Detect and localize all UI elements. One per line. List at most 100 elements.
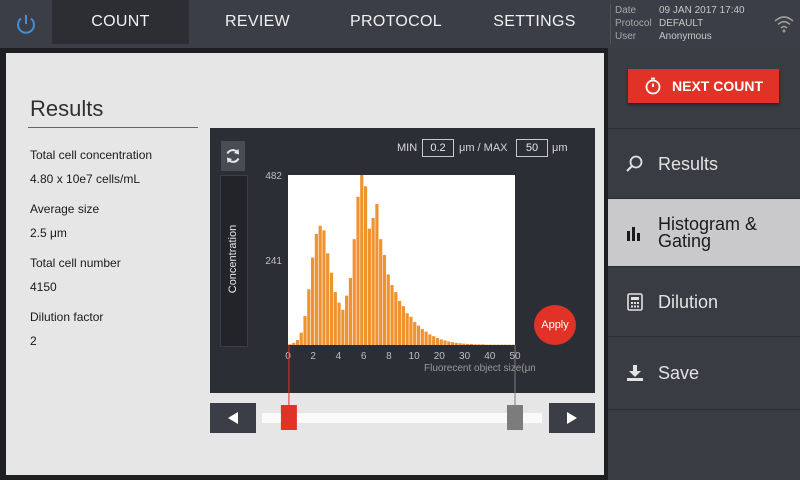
tab-review[interactable]: REVIEW: [189, 0, 326, 44]
x-tick-label: 8: [386, 351, 392, 362]
histogram-bar: [352, 239, 356, 345]
histogram-bar: [288, 344, 292, 345]
divider: [28, 127, 198, 128]
histogram-bar: [405, 313, 409, 345]
histogram-bar: [292, 342, 296, 345]
x-tick-label: 30: [459, 351, 471, 362]
download-icon: [624, 362, 646, 384]
calculator-icon: [624, 291, 646, 313]
total-conc-label: Total cell concentration: [30, 148, 153, 162]
total-num-label: Total cell number: [30, 256, 121, 270]
refresh-button[interactable]: [221, 141, 245, 171]
x-tick-label: 2: [310, 351, 316, 362]
histogram-bar: [435, 337, 440, 345]
search-icon: [624, 153, 646, 175]
arrow-right-icon: [567, 412, 577, 424]
date-label: Date: [615, 5, 637, 16]
histogram-bar: [428, 334, 432, 345]
histogram-bar: [424, 331, 428, 345]
slider-left-button[interactable]: [210, 403, 256, 433]
y-axis-label: Concentration: [227, 224, 239, 294]
histogram-bar: [477, 344, 481, 345]
histogram-bar: [307, 289, 311, 345]
histogram-bar: [329, 272, 334, 345]
apply-button[interactable]: Apply: [534, 305, 576, 345]
x-tick-label: 4: [336, 351, 342, 362]
gating-slider-track[interactable]: [262, 413, 542, 423]
histogram-bar: [311, 257, 315, 345]
sidebar-item-label: Histogram & Gating: [658, 214, 758, 251]
tab-settings[interactable]: SETTINGS: [466, 0, 603, 44]
histogram-bar: [398, 300, 402, 345]
histogram-bar: [447, 341, 451, 345]
x-tick-label: 20: [434, 351, 446, 362]
histogram-bar: [341, 309, 345, 345]
histogram-bar: [382, 255, 387, 345]
plot-area: [288, 175, 515, 345]
histogram-bar: [318, 225, 322, 345]
histogram-bar: [390, 285, 394, 345]
histogram-chart: 241 482 0 2 4 6 8 10 20 30 40 50Fluorecent object s…: [265, 171, 535, 374]
x-tick-label: 0: [285, 351, 291, 362]
dilution-label: Dilution factor: [30, 310, 104, 324]
histogram-bar: [413, 322, 417, 345]
user-value: Anonymous: [659, 31, 712, 42]
histogram-bar: [454, 342, 458, 345]
histogram-bar: [462, 343, 466, 345]
histogram-icon: [624, 222, 646, 244]
total-conc-value: 4.80 x 10e7 cells/mL: [30, 172, 141, 186]
sidebar-item-label: Results: [658, 153, 719, 174]
min-label: MIN: [397, 142, 418, 154]
sidebar-item-dilution[interactable]: Dilution: [608, 266, 800, 337]
tab-protocol[interactable]: PROTOCOL: [326, 0, 466, 44]
histogram-bar: [303, 316, 307, 345]
sidebar-item-save[interactable]: Save: [608, 336, 800, 410]
histogram-bar: [326, 253, 330, 345]
unit-label: μm: [552, 142, 568, 154]
refresh-icon: [226, 149, 240, 163]
histogram-bar: [450, 342, 455, 345]
arrow-left-icon: [228, 412, 238, 424]
histogram-bar: [394, 292, 398, 345]
min-input[interactable]: 0.2: [422, 139, 454, 157]
histogram-bar: [416, 325, 421, 345]
x-tick-label: 50: [509, 351, 521, 362]
next-count-label: NEXT COUNT: [672, 78, 763, 94]
histogram-bar: [439, 339, 443, 345]
next-count-button[interactable]: NEXT COUNT: [628, 69, 779, 103]
histogram-bar: [420, 329, 424, 345]
histogram-bar: [299, 332, 303, 345]
wifi-icon: [774, 16, 794, 33]
histogram-bar: [360, 175, 364, 345]
histogram-bar: [345, 295, 349, 345]
tab-count[interactable]: COUNT: [52, 0, 189, 44]
histogram-bar: [322, 230, 326, 345]
date-value: 09 JAN 2017 17:40: [659, 5, 745, 16]
sidebar-item-results[interactable]: Results: [608, 128, 800, 199]
histogram-bar: [386, 274, 390, 345]
avg-size-value: 2.5 μm: [30, 226, 67, 240]
sidebar-item-label: Save: [658, 362, 700, 383]
histogram-bar: [371, 218, 375, 345]
power-button[interactable]: [0, 0, 52, 48]
histogram-bar: [363, 186, 368, 345]
histogram-bar: [348, 277, 353, 345]
histogram-bar: [401, 306, 405, 345]
sidebar-item-label: Dilution: [658, 291, 719, 312]
histogram-bar: [473, 344, 477, 345]
histogram-bar: [466, 343, 470, 345]
histogram-bar: [356, 196, 360, 345]
sidebar-item-histogram[interactable]: Histogram & Gating: [608, 198, 800, 267]
histogram-bar: [337, 302, 341, 345]
user-label: User: [615, 31, 637, 42]
slider-right-button[interactable]: [549, 403, 595, 433]
session-info: Date 09 JAN 2017 17:40 Protocol DEFAULT Us…: [610, 4, 775, 44]
avg-size-label: Average size: [30, 202, 100, 216]
x-axis-label: Fluorecent object size(μm): [424, 363, 535, 374]
max-input[interactable]: 50: [516, 139, 548, 157]
results-title: Results: [30, 96, 104, 121]
stopwatch-icon: [645, 77, 661, 95]
histogram-bar: [314, 233, 318, 345]
histogram-bar: [409, 316, 413, 345]
histogram-bar: [469, 343, 474, 345]
